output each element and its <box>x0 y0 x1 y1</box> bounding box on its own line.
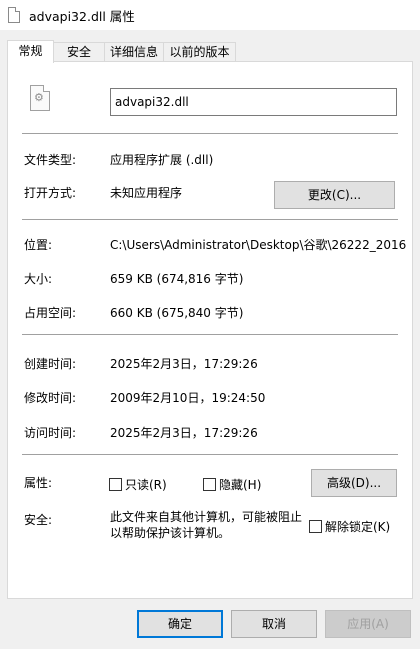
advanced-button[interactable]: 高级(D)... <box>311 469 397 497</box>
security-label: 安全: <box>24 513 53 527</box>
size-on-disk-label: 占用空间: <box>24 306 77 320</box>
readonly-checkbox[interactable]: 只读(R) <box>109 476 167 493</box>
file-icon <box>8 7 20 23</box>
separator <box>22 454 398 455</box>
checkbox-box[interactable] <box>109 478 122 491</box>
separator <box>22 334 398 335</box>
general-panel: ⚙ advapi32.dll 文件类型: 应用程序扩展 (.dll) 打开方式:… <box>7 61 413 599</box>
tab-details[interactable]: 详细信息 <box>104 42 164 62</box>
title-bar: advapi32.dll 属性 <box>0 0 420 30</box>
dll-file-icon: ⚙ <box>30 85 50 111</box>
opens-with-value: 未知应用程序 <box>110 186 183 200</box>
attributes-label: 属性: <box>24 476 53 490</box>
location-value: C:\Users\Administrator\Desktop\谷歌\26222_… <box>110 238 406 252</box>
modified-label: 修改时间: <box>24 391 77 405</box>
apply-button[interactable]: 应用(A) <box>325 610 411 638</box>
location-label: 位置: <box>24 238 53 252</box>
hidden-label: 隐藏(H) <box>219 478 262 492</box>
tab-previous-versions[interactable]: 以前的版本 <box>163 42 236 62</box>
file-type-label: 文件类型: <box>24 153 77 167</box>
file-type-value: 应用程序扩展 (.dll) <box>110 153 214 167</box>
gear-icon: ⚙ <box>34 91 44 104</box>
size-label: 大小: <box>24 272 53 286</box>
size-on-disk-value: 660 KB (675,840 字节) <box>110 306 244 320</box>
size-value: 659 KB (674,816 字节) <box>110 272 244 286</box>
unblock-checkbox[interactable]: 解除锁定(K) <box>309 518 390 535</box>
created-value: 2025年2月3日，17:29:26 <box>110 357 258 371</box>
change-button[interactable]: 更改(C)... <box>274 181 395 209</box>
security-warning-text: 此文件来自其他计算机，可能被阻止以帮助保护该计算机。 <box>110 510 303 540</box>
tab-security[interactable]: 安全 <box>53 42 105 62</box>
opens-with-label: 打开方式: <box>24 186 77 200</box>
file-name-input[interactable]: advapi32.dll <box>110 88 397 116</box>
cancel-button[interactable]: 取消 <box>231 610 317 638</box>
modified-value: 2009年2月10日，19:24:50 <box>110 391 266 405</box>
unblock-label: 解除锁定(K) <box>325 520 391 534</box>
checkbox-box[interactable] <box>203 478 216 491</box>
separator <box>22 133 398 134</box>
hidden-checkbox[interactable]: 隐藏(H) <box>203 476 261 493</box>
separator <box>22 219 398 220</box>
created-label: 创建时间: <box>24 357 77 371</box>
accessed-label: 访问时间: <box>24 426 77 440</box>
ok-button[interactable]: 确定 <box>137 610 223 638</box>
tab-general[interactable]: 常规 <box>7 40 54 63</box>
accessed-value: 2025年2月3日，17:29:26 <box>110 426 258 440</box>
checkbox-box[interactable] <box>309 520 322 533</box>
window-title: advapi32.dll 属性 <box>29 9 135 24</box>
readonly-label: 只读(R) <box>125 478 167 492</box>
